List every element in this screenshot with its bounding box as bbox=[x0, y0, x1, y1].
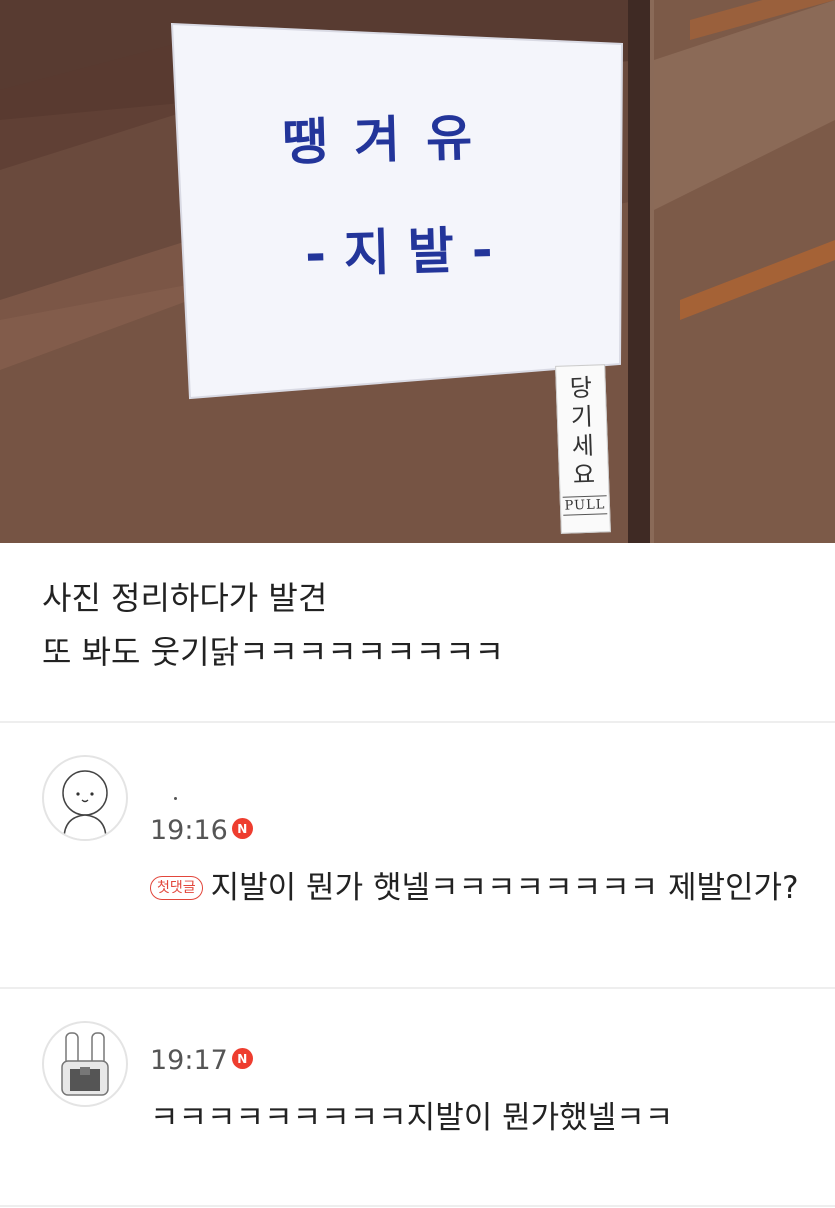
pull-sticker-char: 요 bbox=[572, 460, 596, 490]
new-badge: N bbox=[231, 818, 253, 839]
comment-time: 19:16 bbox=[150, 815, 228, 846]
pull-sticker-label: PULL bbox=[562, 495, 608, 516]
comment-meta: 19:17 N bbox=[150, 1045, 253, 1076]
comment-text-block: 첫댓글 지발이 뭔가 햇넬ㅋㅋㅋㅋㅋㅋㅋㅋ 제발인가? bbox=[150, 863, 810, 913]
comment-text: ㅋㅋㅋㅋㅋㅋㅋㅋㅋ지발이 뭔가했넬ㅋㅋ bbox=[150, 1100, 674, 1136]
sign-text-please: -지발- bbox=[304, 220, 512, 284]
pull-sticker: 당 기 세 요 PULL bbox=[555, 364, 611, 534]
pull-sticker-char: 세 bbox=[571, 431, 595, 461]
comment-text: 지발이 뭔가 햇넬ㅋㅋㅋㅋㅋㅋㅋㅋ 제발인가? bbox=[210, 870, 799, 906]
comment-time: 19:17 bbox=[150, 1045, 228, 1076]
post-text-line: 또 봐도 웃기닭ㅋㅋㅋㅋㅋㅋㅋㅋㅋ bbox=[42, 633, 504, 671]
smiley-character-icon bbox=[62, 770, 108, 839]
comment-text-block: ㅋㅋㅋㅋㅋㅋㅋㅋㅋ지발이 뭔가했넬ㅋㅋ bbox=[150, 1093, 810, 1143]
pull-sticker-char: 기 bbox=[570, 402, 594, 432]
pull-sticker-char: 당 bbox=[569, 373, 593, 403]
post-text-line: 사진 정리하다가 발견 bbox=[42, 579, 328, 617]
avatar[interactable] bbox=[42, 1021, 128, 1107]
post-body: 사진 정리하다가 발견 또 봐도 웃기닭ㅋㅋㅋㅋㅋㅋㅋㅋㅋ bbox=[0, 543, 835, 723]
comment-meta: 19:16 N bbox=[150, 815, 253, 846]
post-photo[interactable]: 땡겨유 -지발- 당 기 세 요 PULL bbox=[0, 0, 835, 543]
first-comment-badge: 첫댓글 bbox=[150, 876, 203, 900]
comment-item: 19:16 N 첫댓글 지발이 뭔가 햇넬ㅋㅋㅋㅋㅋㅋㅋㅋ 제발인가? bbox=[0, 723, 835, 989]
avatar[interactable] bbox=[42, 755, 128, 841]
bunny-character-icon bbox=[61, 1032, 109, 1096]
comment-item: 19:17 N ㅋㅋㅋㅋㅋㅋㅋㅋㅋ지발이 뭔가했넬ㅋㅋ bbox=[0, 989, 835, 1207]
new-badge: N bbox=[231, 1048, 253, 1069]
nickname-dot[interactable] bbox=[174, 797, 177, 800]
sign-text-pull: 땡겨유 bbox=[281, 108, 499, 172]
